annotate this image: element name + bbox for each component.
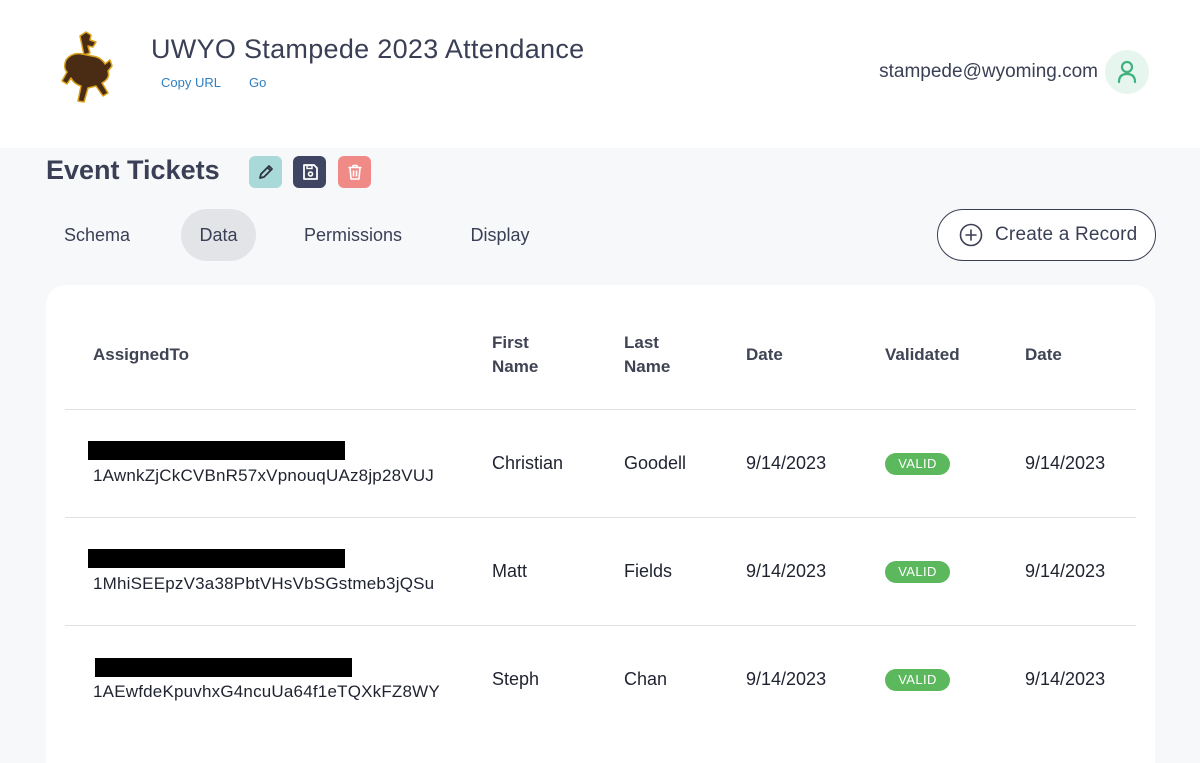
tab-permissions[interactable]: Permissions bbox=[288, 209, 418, 261]
tab-schema[interactable]: Schema bbox=[46, 209, 148, 261]
bucking-horse-logo bbox=[56, 30, 118, 112]
last-name: Fields bbox=[624, 561, 673, 581]
redaction-bar bbox=[88, 441, 345, 460]
assigned-id: 1AwnkZjCkCVBnR57xVpnouqUAz8jp28VUJ bbox=[93, 466, 434, 485]
first-name: Steph bbox=[492, 669, 540, 689]
assigned-id: 1MhiSEEpzV3a38PbtVHsVbSGstmeb3jQSu bbox=[93, 574, 435, 593]
tab-display[interactable]: Display bbox=[455, 209, 545, 261]
row-divider bbox=[65, 517, 1136, 518]
date: 9/14/2023 bbox=[746, 561, 827, 581]
status-badge: VALID bbox=[885, 561, 950, 583]
tab-data[interactable]: Data bbox=[181, 209, 256, 261]
column-header-last-name: Last Name bbox=[624, 333, 671, 376]
status-badge: VALID bbox=[885, 453, 950, 475]
column-header-date: Date bbox=[746, 345, 783, 364]
date-2: 9/14/2023 bbox=[1025, 561, 1106, 581]
date: 9/14/2023 bbox=[746, 669, 827, 689]
date: 9/14/2023 bbox=[746, 453, 827, 473]
page-title: UWYO Stampede 2023 Attendance bbox=[151, 34, 585, 64]
edit-button[interactable] bbox=[249, 156, 282, 188]
save-button[interactable] bbox=[293, 156, 326, 188]
column-header-validated: Validated bbox=[885, 345, 960, 364]
last-name: Chan bbox=[624, 669, 668, 689]
trash-icon bbox=[348, 164, 361, 180]
pencil-icon bbox=[258, 165, 273, 179]
row-divider bbox=[65, 409, 1136, 410]
save-icon bbox=[302, 164, 318, 180]
create-record-button[interactable]: Create a Record bbox=[937, 209, 1156, 261]
avatar[interactable] bbox=[1105, 50, 1149, 94]
status-badge: VALID bbox=[885, 669, 950, 691]
last-name: Goodell bbox=[624, 453, 687, 473]
redaction-bar bbox=[95, 658, 352, 677]
user-icon bbox=[1117, 60, 1137, 84]
column-header-assignedto: AssignedTo bbox=[93, 345, 190, 364]
redaction-bar bbox=[88, 549, 345, 568]
date-2: 9/14/2023 bbox=[1025, 669, 1106, 689]
data-table-card: AssignedTo First Name Last Name Date Val… bbox=[46, 285, 1155, 763]
row-divider bbox=[65, 625, 1136, 626]
go-link[interactable]: Go bbox=[249, 75, 266, 90]
column-header-first-name: First Name bbox=[492, 333, 539, 376]
section-title: Event Tickets bbox=[46, 155, 220, 185]
first-name: Christian bbox=[492, 453, 564, 473]
first-name: Matt bbox=[492, 561, 528, 581]
date-2: 9/14/2023 bbox=[1025, 453, 1106, 473]
assigned-id: 1AEwfdeKpuvhxG4ncuUa64f1eTQXkFZ8WY bbox=[93, 682, 440, 701]
header: UWYO Stampede 2023 Attendance Copy URL G… bbox=[0, 0, 1200, 148]
create-record-label: Create a Record bbox=[995, 224, 1138, 245]
delete-button[interactable] bbox=[338, 156, 371, 188]
column-header-date-2: Date bbox=[1025, 345, 1062, 364]
plus-circle-icon bbox=[959, 223, 983, 247]
copy-url-link[interactable]: Copy URL bbox=[161, 75, 221, 90]
user-email: stampede@wyoming.com bbox=[879, 61, 1098, 82]
